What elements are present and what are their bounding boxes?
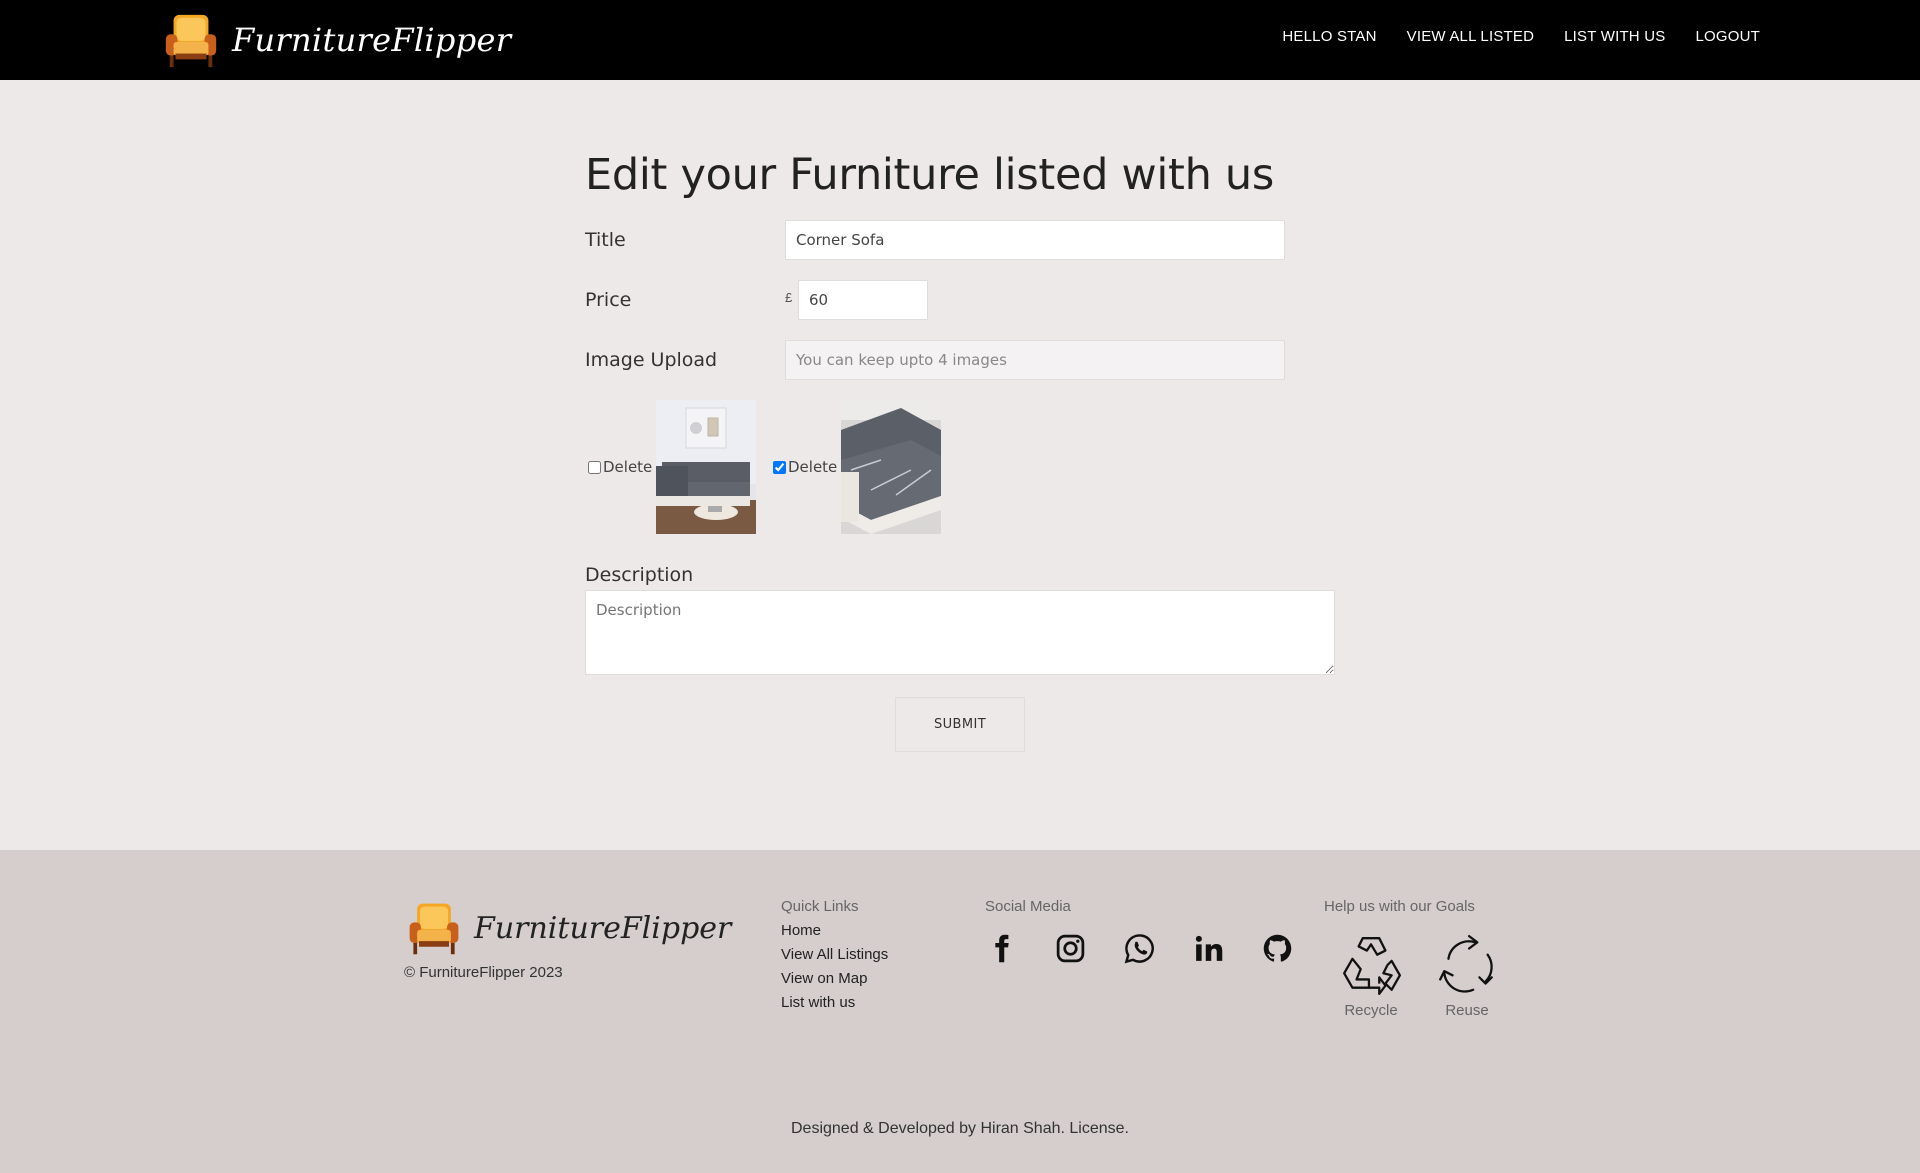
navbar: FurnitureFlipper HELLO STAN VIEW ALL LIS…	[0, 0, 1920, 80]
image-item: Delete	[588, 400, 757, 534]
delete-label: Delete	[603, 458, 653, 476]
quick-links: Home View All Listings View on Map List …	[781, 922, 888, 1012]
social-icons	[985, 932, 1294, 965]
footer-link-list-with-us[interactable]: List with us	[781, 994, 888, 1012]
footer-link-home[interactable]: Home	[781, 922, 888, 940]
footer-brand-name: FurnitureFlipper	[474, 910, 732, 946]
nav-list-with-us[interactable]: LIST WITH US	[1564, 28, 1665, 45]
nav-logout[interactable]: LOGOUT	[1695, 28, 1760, 45]
copyright: © FurnitureFlipper 2023	[404, 964, 563, 981]
currency-symbol: £	[785, 290, 793, 305]
delete-image-toggle[interactable]: Delete	[773, 458, 837, 476]
linkedin-icon[interactable]	[1192, 932, 1225, 965]
image-upload-label: Image Upload	[585, 349, 718, 371]
goal-recycle-label: Recycle	[1344, 1002, 1398, 1019]
footer-brand: FurnitureFlipper	[404, 898, 731, 958]
goal-recycle: Recycle	[1338, 932, 1404, 1019]
delete-image-toggle[interactable]: Delete	[588, 458, 652, 476]
footer-link-view-all-listings[interactable]: View All Listings	[781, 946, 888, 964]
title-input[interactable]: Corner Sofa	[785, 220, 1285, 260]
nav-view-all-listed[interactable]: VIEW ALL LISTED	[1407, 28, 1535, 45]
brand-home-link[interactable]: FurnitureFlipper	[160, 10, 511, 70]
submit-button[interactable]: SUBMIT	[895, 697, 1025, 752]
description-label: Description	[585, 564, 694, 586]
nav-links: HELLO STAN VIEW ALL LISTED LIST WITH US …	[1282, 28, 1760, 45]
social-media-title: Social Media	[985, 898, 1071, 915]
whatsapp-icon[interactable]	[1123, 932, 1156, 965]
image-upload-input[interactable]: You can keep upto 4 images	[785, 340, 1285, 380]
brand-name: FurnitureFlipper	[232, 21, 512, 59]
armchair-logo-icon	[409, 903, 459, 955]
nav-hello-user[interactable]: HELLO STAN	[1282, 28, 1376, 45]
recycle-icon	[1343, 937, 1402, 996]
license-link[interactable]: License.	[1069, 1120, 1129, 1137]
footer: FurnitureFlipper © FurnitureFlipper 2023…	[0, 850, 1920, 1173]
title-label: Title	[585, 229, 626, 251]
goal-reuse: Reuse	[1434, 932, 1500, 1019]
price-input[interactable]: 60	[798, 280, 928, 320]
quick-links-title: Quick Links	[781, 898, 859, 915]
author-link[interactable]: Hiran Shah	[980, 1120, 1060, 1137]
delete-label: Delete	[788, 458, 838, 476]
delete-image-checkbox[interactable]	[588, 460, 601, 474]
goal-reuse-label: Reuse	[1445, 1002, 1489, 1019]
sofa-thumbnail-1	[656, 400, 757, 534]
github-icon[interactable]	[1261, 932, 1294, 965]
facebook-icon[interactable]	[985, 932, 1018, 965]
footer-credits: Designed & Developed by Hiran Shah. Lice…	[0, 1120, 1920, 1138]
description-textarea[interactable]	[585, 590, 1335, 675]
sofa-thumbnail-2	[841, 400, 942, 534]
credits-prefix: Designed & Developed by	[791, 1120, 981, 1137]
delete-image-checkbox[interactable]	[773, 460, 786, 474]
price-label: Price	[585, 289, 632, 311]
image-item: Delete	[773, 400, 942, 534]
armchair-logo-icon	[165, 14, 217, 68]
goals-title: Help us with our Goals	[1324, 898, 1475, 915]
reuse-icon	[1439, 934, 1493, 993]
instagram-icon[interactable]	[1054, 932, 1087, 965]
footer-link-view-on-map[interactable]: View on Map	[781, 970, 888, 988]
page-title: Edit your Furniture listed with us	[585, 150, 1274, 200]
